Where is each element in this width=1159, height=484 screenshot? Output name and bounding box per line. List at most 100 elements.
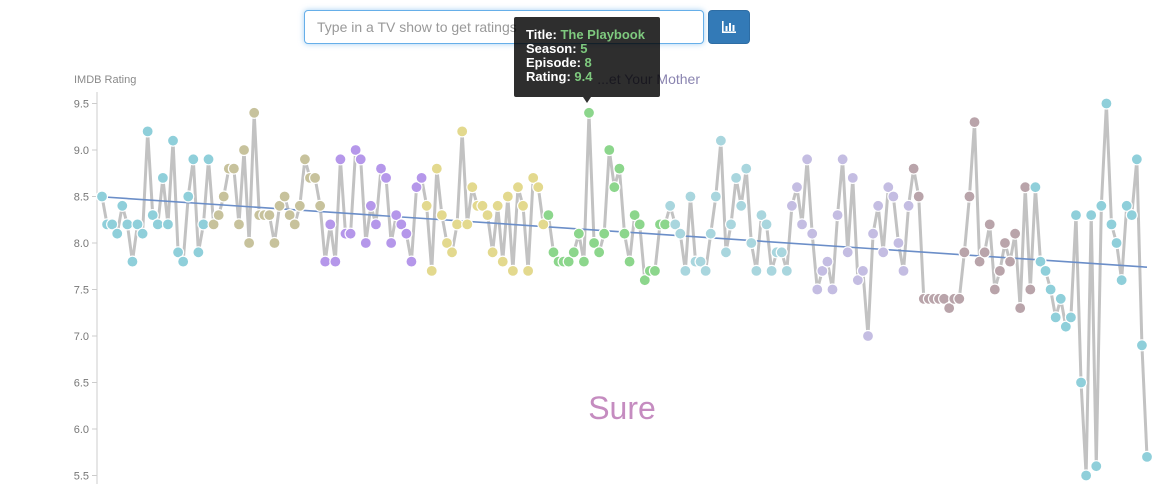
- episode-point[interactable]: [993, 264, 1006, 277]
- episode-point[interactable]: [1105, 218, 1118, 231]
- episode-point[interactable]: [907, 162, 920, 175]
- episode-point[interactable]: [826, 283, 839, 296]
- episode-point[interactable]: [522, 264, 535, 277]
- episode-point[interactable]: [811, 283, 824, 296]
- episode-point[interactable]: [902, 199, 915, 212]
- episode-point[interactable]: [364, 199, 377, 212]
- episode-point[interactable]: [887, 190, 900, 203]
- episode-point[interactable]: [618, 227, 631, 240]
- episode-point[interactable]: [877, 246, 890, 259]
- episode-point[interactable]: [486, 246, 499, 259]
- episode-point[interactable]: [1100, 97, 1113, 110]
- episode-point[interactable]: [268, 236, 281, 250]
- episode-point[interactable]: [177, 255, 190, 268]
- episode-point[interactable]: [988, 283, 1001, 296]
- episode-point[interactable]: [354, 153, 367, 166]
- episode-point[interactable]: [699, 264, 712, 277]
- episode-point[interactable]: [415, 171, 428, 184]
- episode-point[interactable]: [714, 134, 727, 147]
- episode-point[interactable]: [420, 199, 433, 212]
- episode-point[interactable]: [623, 255, 636, 268]
- episode-point[interactable]: [506, 264, 519, 277]
- episode-point[interactable]: [151, 218, 164, 231]
- episode-point[interactable]: [359, 236, 372, 250]
- episode-point[interactable]: [445, 246, 459, 259]
- episode-point[interactable]: [750, 264, 763, 277]
- episode-point[interactable]: [745, 236, 758, 250]
- episode-point[interactable]: [425, 264, 438, 277]
- episode-point[interactable]: [998, 236, 1012, 250]
- episode-point[interactable]: [1014, 302, 1027, 315]
- episode-point[interactable]: [785, 199, 799, 212]
- episode-point[interactable]: [248, 106, 261, 119]
- episode-point[interactable]: [872, 199, 885, 212]
- episode-point[interactable]: [608, 181, 621, 194]
- episode-point[interactable]: [821, 255, 834, 268]
- episode-point[interactable]: [1110, 236, 1123, 250]
- episode-point[interactable]: [1090, 460, 1103, 473]
- episode-point[interactable]: [1019, 181, 1032, 194]
- episode-point[interactable]: [598, 227, 611, 240]
- episode-point[interactable]: [1064, 311, 1078, 324]
- episode-point[interactable]: [730, 171, 743, 184]
- episode-point[interactable]: [496, 255, 509, 268]
- episode-point[interactable]: [1039, 264, 1052, 277]
- episode-point[interactable]: [532, 181, 545, 194]
- episode-point[interactable]: [856, 264, 870, 277]
- episode-point[interactable]: [1115, 274, 1128, 287]
- episode-point[interactable]: [1135, 339, 1149, 352]
- episode-point[interactable]: [572, 227, 585, 240]
- episode-point[interactable]: [202, 153, 215, 166]
- episode-point[interactable]: [740, 162, 753, 175]
- episode-point[interactable]: [658, 218, 672, 231]
- episode-point[interactable]: [897, 264, 910, 277]
- episode-point[interactable]: [958, 246, 971, 259]
- episode-point[interactable]: [1140, 450, 1154, 463]
- episode-point[interactable]: [298, 153, 312, 166]
- episode-point[interactable]: [329, 255, 342, 268]
- episode-point[interactable]: [963, 190, 976, 203]
- episode-point[interactable]: [801, 153, 814, 166]
- episode-point[interactable]: [765, 264, 778, 277]
- episode-point[interactable]: [1085, 209, 1098, 222]
- episode-point[interactable]: [719, 246, 733, 259]
- episode-point[interactable]: [1003, 255, 1017, 268]
- episode-point[interactable]: [212, 209, 225, 222]
- episode-point[interactable]: [1069, 209, 1083, 222]
- episode-point[interactable]: [435, 209, 448, 222]
- episode-point[interactable]: [456, 125, 469, 138]
- episode-point[interactable]: [780, 264, 793, 277]
- episode-point[interactable]: [430, 162, 443, 175]
- episode-point[interactable]: [790, 181, 804, 194]
- episode-point[interactable]: [1029, 181, 1042, 194]
- episode-point[interactable]: [968, 115, 981, 129]
- episode-point[interactable]: [1009, 227, 1022, 240]
- episode-point[interactable]: [232, 218, 246, 231]
- episode-point[interactable]: [161, 218, 175, 231]
- episode-point[interactable]: [166, 134, 180, 147]
- episode-point[interactable]: [481, 209, 494, 222]
- episode-point[interactable]: [709, 190, 722, 203]
- episode-point[interactable]: [866, 227, 880, 240]
- episode-point[interactable]: [308, 171, 322, 184]
- episode-point[interactable]: [379, 171, 393, 184]
- episode-point[interactable]: [674, 227, 687, 240]
- episode-point[interactable]: [400, 227, 413, 240]
- episode-point[interactable]: [324, 218, 337, 231]
- episode-point[interactable]: [978, 246, 991, 259]
- episode-point[interactable]: [243, 236, 256, 250]
- episode-point[interactable]: [1074, 376, 1088, 389]
- episode-point[interactable]: [369, 218, 383, 231]
- episode-point[interactable]: [684, 190, 697, 203]
- episode-point[interactable]: [892, 236, 905, 250]
- episode-point[interactable]: [450, 218, 464, 231]
- episode-point[interactable]: [912, 190, 925, 203]
- episode-point[interactable]: [806, 227, 819, 240]
- episode-point[interactable]: [679, 264, 692, 277]
- episode-point[interactable]: [1054, 292, 1067, 305]
- episode-point[interactable]: [603, 143, 616, 157]
- episode-point[interactable]: [1130, 153, 1143, 166]
- episode-point[interactable]: [846, 171, 859, 184]
- episode-point[interactable]: [1095, 199, 1108, 212]
- episode-point[interactable]: [121, 218, 134, 231]
